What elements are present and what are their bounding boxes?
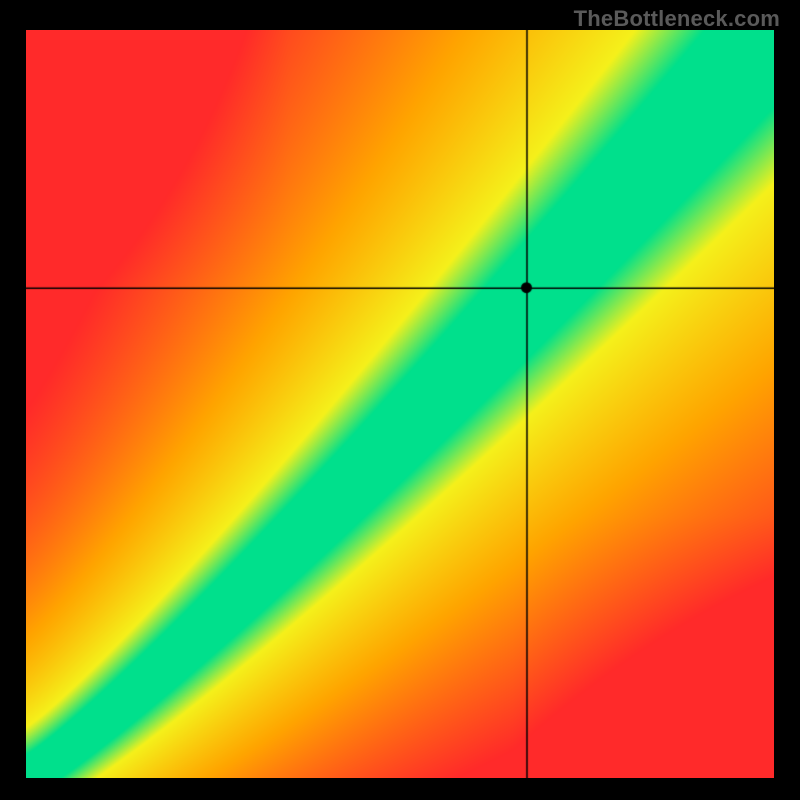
bottleneck-heatmap <box>26 30 774 778</box>
watermark-text: TheBottleneck.com <box>574 6 780 32</box>
chart-frame: TheBottleneck.com <box>0 0 800 800</box>
